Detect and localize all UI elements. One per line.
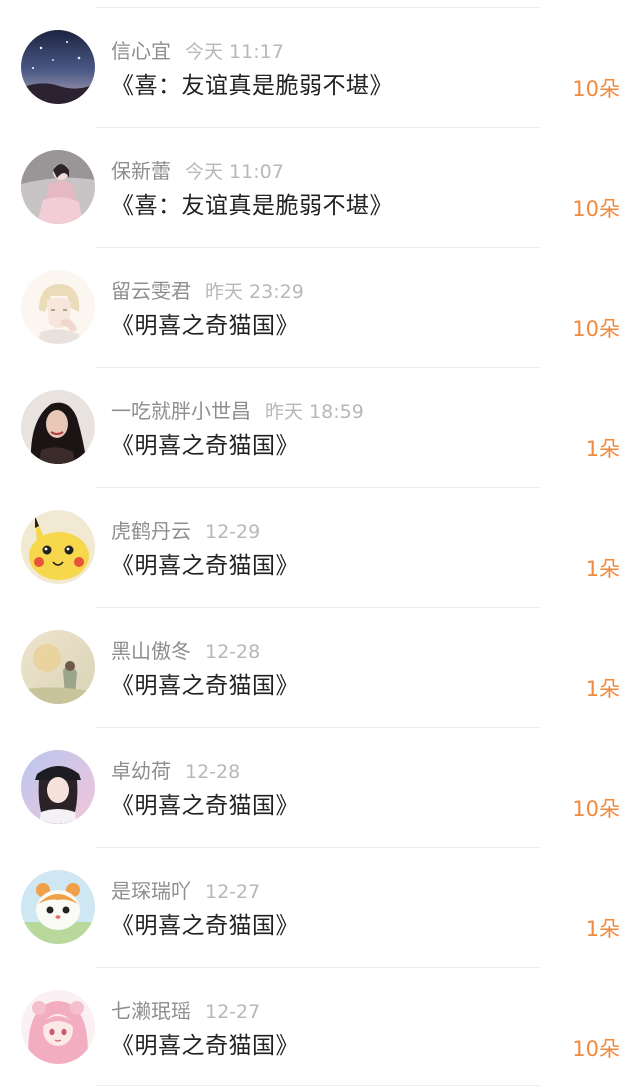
flower-count: 1朵: [585, 917, 620, 941]
user-name[interactable]: 黑山傲冬: [111, 639, 191, 663]
flower-count: 1朵: [585, 677, 620, 701]
flower-count: 10朵: [572, 197, 620, 221]
gift-time: 12-28: [185, 761, 241, 783]
gift-time: 昨天 23:29: [205, 281, 304, 303]
hamster-cartoon-avatar[interactable]: [21, 870, 95, 944]
flower-count: 10朵: [572, 77, 620, 101]
name-line: 一吃就胖小世昌 昨天 18:59: [111, 398, 364, 424]
gift-time: 昨天 18:59: [265, 401, 364, 423]
name-line: 七濑珉瑶 12-27: [111, 998, 260, 1024]
gift-time: 今天 11:07: [185, 161, 284, 183]
book-title[interactable]: 《明喜之奇猫国》: [111, 429, 299, 463]
name-line: 信心宜 今天 11:17: [111, 38, 284, 64]
gift-record-list: 信心宜 今天 11:17 《喜：友谊真是脆弱不堪》 10朵 保新蕾 今天 11:07…: [0, 0, 640, 1088]
user-name[interactable]: 保新蕾: [111, 159, 171, 183]
name-line: 黑山傲冬 12-28: [111, 638, 260, 664]
user-name[interactable]: 留云雯君: [111, 279, 191, 303]
pink-hair-anime-girl-avatar[interactable]: [21, 990, 95, 1064]
flower-count: 10朵: [572, 317, 620, 341]
night-sky-avatar[interactable]: [21, 30, 95, 104]
book-title[interactable]: 《喜：友谊真是脆弱不堪》: [111, 69, 393, 103]
pikachu-avatar[interactable]: [21, 510, 95, 584]
gift-record-row[interactable]: 保新蕾 今天 11:07 《喜：友谊真是脆弱不堪》 10朵: [0, 120, 640, 240]
gift-time: 今天 11:17: [185, 41, 284, 63]
flower-count: 1朵: [585, 557, 620, 581]
gift-time: 12-29: [205, 521, 261, 543]
girl-pink-dress-avatar[interactable]: [21, 150, 95, 224]
user-name[interactable]: 信心宜: [111, 39, 171, 63]
gift-record-row[interactable]: 一吃就胖小世昌 昨天 18:59 《明喜之奇猫国》 1朵: [0, 360, 640, 480]
book-title[interactable]: 《明喜之奇猫国》: [111, 1029, 299, 1063]
name-line: 卓幼荷 12-28: [111, 758, 240, 784]
divider: [96, 1085, 540, 1086]
book-title[interactable]: 《明喜之奇猫国》: [111, 909, 299, 943]
gift-record-row[interactable]: 卓幼荷 12-28 《明喜之奇猫国》 10朵: [0, 720, 640, 840]
gift-record-row[interactable]: 虎鹤丹云 12-29 《明喜之奇猫国》 1朵: [0, 480, 640, 600]
gift-record-row[interactable]: 是琛瑞吖 12-27 《明喜之奇猫国》 1朵: [0, 840, 640, 960]
flower-count: 10朵: [572, 1037, 620, 1061]
name-line: 是琛瑞吖 12-27: [111, 878, 260, 904]
user-name[interactable]: 卓幼荷: [111, 759, 171, 783]
girl-black-cap-avatar[interactable]: [21, 750, 95, 824]
book-title[interactable]: 《明喜之奇猫国》: [111, 789, 299, 823]
user-name[interactable]: 一吃就胖小世昌: [111, 399, 251, 423]
book-title[interactable]: 《明喜之奇猫国》: [111, 669, 299, 703]
dark-hair-woman-avatar[interactable]: [21, 390, 95, 464]
book-title[interactable]: 《明喜之奇猫国》: [111, 549, 299, 583]
user-name[interactable]: 是琛瑞吖: [111, 879, 191, 903]
flower-count: 10朵: [572, 797, 620, 821]
watercolor-scene-avatar[interactable]: [21, 630, 95, 704]
name-line: 保新蕾 今天 11:07: [111, 158, 284, 184]
book-title[interactable]: 《明喜之奇猫国》: [111, 309, 299, 343]
gift-record-row[interactable]: 黑山傲冬 12-28 《明喜之奇猫国》 1朵: [0, 600, 640, 720]
name-line: 虎鹤丹云 12-29: [111, 518, 260, 544]
book-title[interactable]: 《喜：友谊真是脆弱不堪》: [111, 189, 393, 223]
user-name[interactable]: 虎鹤丹云: [111, 519, 191, 543]
user-name[interactable]: 七濑珉瑶: [111, 999, 191, 1023]
flower-count: 1朵: [585, 437, 620, 461]
gift-time: 12-28: [205, 641, 261, 663]
gift-time: 12-27: [205, 881, 261, 903]
gift-time: 12-27: [205, 1001, 261, 1023]
name-line: 留云雯君 昨天 23:29: [111, 278, 304, 304]
gift-record-row[interactable]: 七濑珉瑶 12-27 《明喜之奇猫国》 10朵: [0, 960, 640, 1080]
gift-record-row[interactable]: 信心宜 今天 11:17 《喜：友谊真是脆弱不堪》 10朵: [0, 0, 640, 120]
gift-record-row[interactable]: 留云雯君 昨天 23:29 《明喜之奇猫国》 10朵: [0, 240, 640, 360]
anime-blond-boy-avatar[interactable]: [21, 270, 95, 344]
